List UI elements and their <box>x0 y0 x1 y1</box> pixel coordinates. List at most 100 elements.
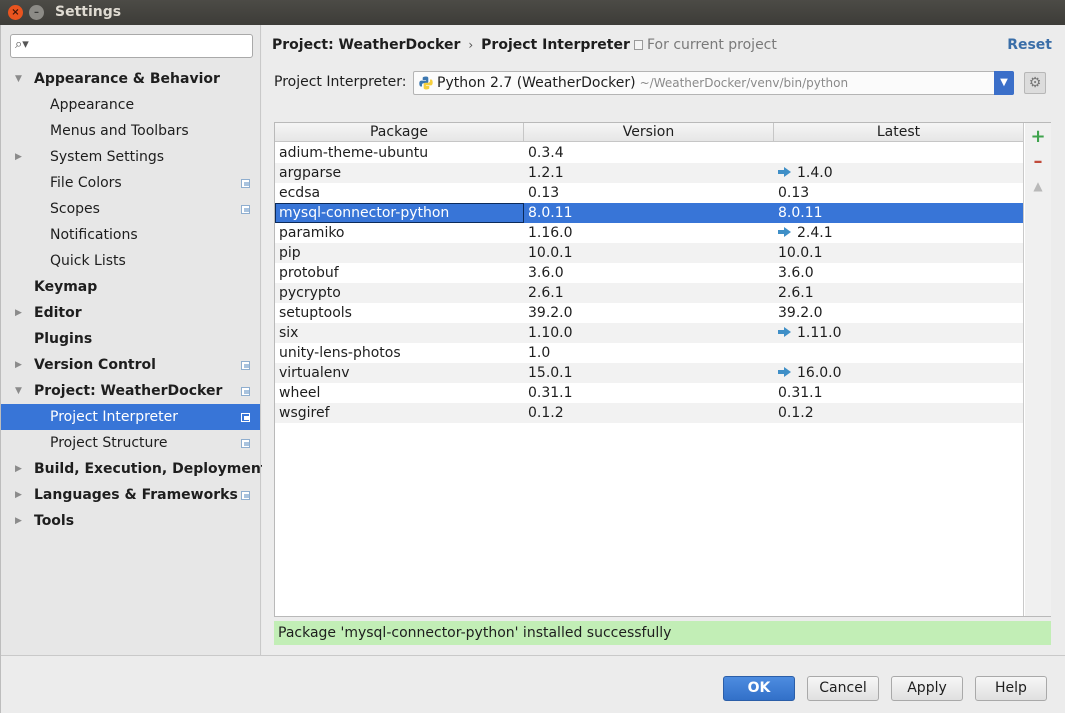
package-latest: 0.13 <box>778 183 809 203</box>
package-latest-value: 3.6.0 <box>778 265 814 281</box>
sidebar-item-menus-and-toolbars[interactable]: Menus and Toolbars <box>1 118 260 144</box>
package-latest: 0.31.1 <box>778 383 823 403</box>
table-row[interactable]: wheel 0.31.1 0.31.1 <box>275 383 1023 403</box>
column-header-package[interactable]: Package <box>275 123 524 142</box>
package-name: argparse <box>279 165 342 181</box>
package-name: wsgiref <box>279 405 330 421</box>
sidebar-item-label: Appearance <box>50 97 135 113</box>
sidebar-item-scopes[interactable]: Scopes <box>1 196 260 222</box>
sidebar-item-editor[interactable]: ▶ Editor <box>1 300 260 326</box>
sidebar-item-label: Scopes <box>50 201 100 217</box>
sidebar-item-version-control[interactable]: ▶ Version Control <box>1 352 260 378</box>
sidebar-item-keymap[interactable]: Keymap <box>1 274 260 300</box>
collapsed-arrow-icon[interactable]: ▶ <box>15 508 22 534</box>
search-input[interactable] <box>33 37 248 55</box>
package-version: 3.6.0 <box>528 265 564 281</box>
add-package-button[interactable]: + <box>1030 126 1046 147</box>
plus-icon: + <box>1030 126 1046 147</box>
sidebar-item-build-execution-deployment[interactable]: ▶ Build, Execution, Deployment <box>1 456 268 482</box>
table-row[interactable]: unity-lens-photos 1.0 <box>275 343 1023 363</box>
table-row[interactable]: six 1.10.0 1.11.0 <box>275 323 1023 343</box>
ok-button[interactable]: OK <box>723 676 795 701</box>
packages-table-container: Package Version Latest adium-theme-ubunt… <box>274 122 1051 617</box>
table-row[interactable]: pip 10.0.1 10.0.1 <box>275 243 1023 263</box>
sidebar-item-label: Tools <box>34 513 75 529</box>
sidebar-item-project-weatherdocker[interactable]: ▼ Project: WeatherDocker <box>1 378 260 404</box>
table-row[interactable]: mysql-connector-python 8.0.11 8.0.11 <box>275 203 1023 223</box>
package-version: 0.1.2 <box>528 405 564 421</box>
help-button[interactable]: Help <box>975 676 1047 701</box>
column-header-latest[interactable]: Latest <box>774 123 1023 142</box>
sidebar-item-appearance-behavior[interactable]: ▼ Appearance & Behavior <box>1 66 260 92</box>
collapsed-arrow-icon[interactable]: ▶ <box>15 352 22 378</box>
package-version: 0.13 <box>528 185 560 201</box>
table-row[interactable]: virtualenv 15.0.1 16.0.0 <box>275 363 1023 383</box>
sidebar-item-project-structure[interactable]: Project Structure <box>1 430 260 456</box>
project-scope-icon <box>634 40 643 50</box>
sidebar-item-tools[interactable]: ▶ Tools <box>1 508 260 534</box>
settings-sidebar: ⌕▾ ▼ Appearance & Behavior Appearance Menus… <box>1 25 268 655</box>
collapsed-arrow-icon[interactable]: ▶ <box>15 482 22 508</box>
collapsed-arrow-icon[interactable]: ▶ <box>15 144 22 170</box>
sidebar-item-plugins[interactable]: Plugins <box>1 326 260 352</box>
sidebar-item-notifications[interactable]: Notifications <box>1 222 260 248</box>
search-icon: ⌕▾ <box>15 37 29 52</box>
minus-icon: – <box>1033 151 1043 172</box>
close-window-button[interactable]: × <box>8 5 23 20</box>
sidebar-item-label: File Colors <box>50 175 122 191</box>
package-name: adium-theme-ubuntu <box>279 145 429 161</box>
interpreter-settings-button[interactable]: ⚙ <box>1024 72 1046 94</box>
package-name: setuptools <box>279 305 352 321</box>
sidebar-item-languages-frameworks[interactable]: ▶ Languages & Frameworks <box>1 482 260 508</box>
project-scope-icon <box>241 179 250 188</box>
breadcrumb-separator: › <box>468 38 474 52</box>
package-version: 15.0.1 <box>528 365 573 381</box>
column-header-version[interactable]: Version <box>524 123 774 142</box>
package-latest: 10.0.1 <box>778 243 823 263</box>
minimize-window-button[interactable]: – <box>29 5 44 20</box>
interpreter-select[interactable]: Python 2.7 (WeatherDocker) ~/WeatherDocke… <box>413 71 1014 95</box>
table-row[interactable]: protobuf 3.6.0 3.6.0 <box>275 263 1023 283</box>
package-version: 10.0.1 <box>528 245 573 261</box>
package-latest-value: 8.0.11 <box>778 205 823 221</box>
sidebar-item-quick-lists[interactable]: Quick Lists <box>1 248 260 274</box>
table-row[interactable]: argparse 1.2.1 1.4.0 <box>275 163 1023 183</box>
upgrade-package-button[interactable]: ▲ <box>1030 178 1046 194</box>
table-row[interactable]: pycrypto 2.6.1 2.6.1 <box>275 283 1023 303</box>
package-latest-value: 39.2.0 <box>778 305 823 321</box>
upgrade-available-icon <box>778 167 792 177</box>
apply-button[interactable]: Apply <box>891 676 963 701</box>
package-name: wheel <box>279 385 321 401</box>
sidebar-item-appearance[interactable]: Appearance <box>1 92 260 118</box>
package-version: 1.0 <box>528 345 551 361</box>
remove-package-button[interactable]: – <box>1030 151 1046 172</box>
table-row[interactable]: adium-theme-ubuntu 0.3.4 <box>275 143 1023 163</box>
collapsed-arrow-icon[interactable]: ▶ <box>15 456 22 482</box>
packages-table: Package Version Latest adium-theme-ubunt… <box>275 123 1024 616</box>
cancel-button[interactable]: Cancel <box>807 676 879 701</box>
table-header: Package Version Latest <box>275 123 1023 142</box>
package-version: 1.10.0 <box>528 325 573 341</box>
interpreter-dropdown-button[interactable]: ▼ <box>994 71 1014 95</box>
upgrade-available-icon <box>778 227 792 237</box>
expanded-arrow-icon[interactable]: ▼ <box>15 378 22 404</box>
for-current-project-label: For current project <box>647 37 777 53</box>
sidebar-item-system-settings[interactable]: ▶ System Settings <box>1 144 260 170</box>
package-latest: 3.6.0 <box>778 263 814 283</box>
reset-link[interactable]: Reset <box>1007 37 1052 53</box>
package-name: pycrypto <box>279 285 341 301</box>
table-row[interactable]: setuptools 39.2.0 39.2.0 <box>275 303 1023 323</box>
table-row[interactable]: wsgiref 0.1.2 0.1.2 <box>275 403 1023 423</box>
search-box[interactable]: ⌕▾ <box>10 34 253 58</box>
expanded-arrow-icon[interactable]: ▼ <box>15 66 22 92</box>
table-row[interactable]: ecdsa 0.13 0.13 <box>275 183 1023 203</box>
collapsed-arrow-icon[interactable]: ▶ <box>15 300 22 326</box>
sidebar-item-label: Project Structure <box>50 435 168 451</box>
upgrade-available-icon <box>778 367 792 377</box>
sidebar-item-project-interpreter[interactable]: Project Interpreter <box>1 404 260 430</box>
breadcrumb-page: Project Interpreter <box>481 37 630 53</box>
arrow-up-icon: ▲ <box>1033 179 1043 193</box>
sidebar-item-file-colors[interactable]: File Colors <box>1 170 260 196</box>
package-toolbar: + – ▲ <box>1025 123 1051 616</box>
table-row[interactable]: paramiko 1.16.0 2.4.1 <box>275 223 1023 243</box>
